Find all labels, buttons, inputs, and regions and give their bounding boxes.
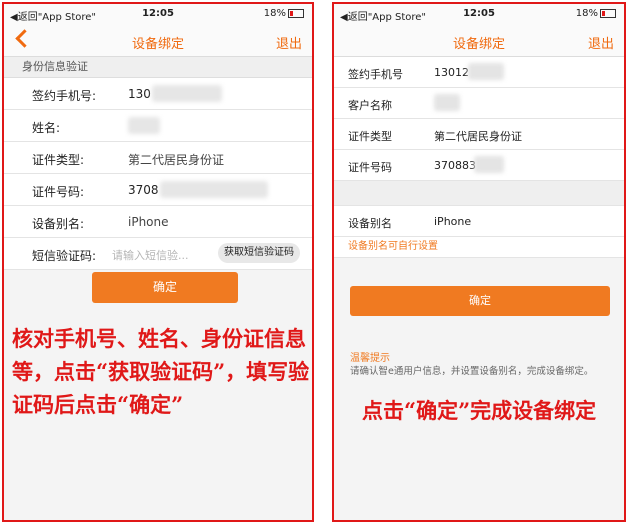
right-phone-screenshot: ◀返回"App Store" 12:05 18% 设备绑定 退出 签约手机号 1…: [332, 2, 626, 522]
id-type-row: 证件类型: 第二代居民身份证: [4, 142, 312, 174]
status-bar: ◀返回"App Store" 12:05 18%: [4, 4, 312, 24]
name-row: 姓名:: [4, 110, 312, 142]
tips-body: 请确认智e通用户信息，并设置设备别名，完成设备绑定。: [350, 366, 594, 377]
battery-percent: 18%: [575, 8, 598, 19]
redaction-blur: [128, 117, 160, 134]
device-alias-row: 设备别名 iPhone: [334, 206, 624, 237]
redaction-blur: [434, 94, 460, 111]
id-number-row: 证件号码: 3708: [4, 174, 312, 206]
device-alias-label: 设备别名: [348, 217, 392, 230]
device-alias-row: 设备别名: iPhone: [4, 206, 312, 238]
exit-button[interactable]: 退出: [276, 33, 302, 52]
confirm-button[interactable]: 确定: [350, 286, 610, 316]
annotation-caption: 核对手机号、姓名、身份证信息等，点击“获取验证码”，填写验证码后点击“确定”: [12, 326, 310, 417]
sms-code-row: 短信验证码: 请输入短信验... 获取短信验证码: [4, 238, 312, 270]
tips-title: 温馨提示: [350, 353, 390, 364]
battery-icon: [288, 8, 304, 18]
device-alias-label: 设备别名:: [32, 217, 85, 231]
name-label: 姓名:: [32, 121, 61, 135]
id-number-label: 证件号码:: [32, 185, 85, 199]
get-sms-code-button[interactable]: 获取短信验证码: [218, 243, 300, 263]
phone-row: 签约手机号: 130: [4, 78, 312, 110]
device-alias-hint: 设备别名可自行设置: [334, 237, 624, 258]
redaction-blur: [152, 85, 222, 102]
id-number-value: 370883: [434, 159, 476, 172]
redaction-blur: [468, 63, 504, 80]
sms-code-label: 短信验证码:: [32, 249, 97, 263]
battery-icon: [600, 8, 616, 18]
battery-indicator: 18%: [264, 8, 304, 19]
customer-name-row: 客户名称: [334, 88, 624, 119]
id-type-label: 证件类型:: [32, 153, 85, 167]
id-type-label: 证件类型: [348, 130, 392, 143]
phone-value: 130: [128, 87, 151, 101]
nav-bar: 设备绑定 退出: [4, 24, 312, 57]
confirm-button[interactable]: 确定: [92, 272, 238, 303]
phone-label: 签约手机号:: [32, 89, 97, 103]
status-bar: ◀返回"App Store" 12:05 18%: [334, 4, 624, 24]
left-phone-screenshot: ◀返回"App Store" 12:05 18% 设备绑定 退出 身份信息验证 …: [2, 2, 314, 522]
annotation-caption: 点击“确定”完成设备绑定: [362, 398, 597, 423]
phone-label: 签约手机号: [348, 68, 403, 81]
battery-indicator: 18%: [576, 8, 616, 19]
id-type-value: 第二代居民身份证: [434, 130, 522, 143]
id-type-row: 证件类型 第二代居民身份证: [334, 119, 624, 150]
phone-value: 13012: [434, 66, 469, 79]
redaction-blur: [160, 181, 268, 198]
page-title: 设备绑定: [452, 37, 505, 52]
sms-code-input[interactable]: 请输入短信验...: [112, 247, 189, 263]
id-number-value: 3708: [128, 183, 159, 197]
spacer: [334, 181, 624, 206]
customer-name-label: 客户名称: [348, 99, 392, 112]
nav-bar: 设备绑定 退出: [334, 24, 624, 57]
id-number-row: 证件号码 370883: [334, 150, 624, 181]
phone-row: 签约手机号 13012: [334, 57, 624, 88]
id-type-value: 第二代居民身份证: [128, 153, 225, 167]
battery-percent: 18%: [263, 8, 286, 19]
id-number-label: 证件号码: [348, 161, 392, 174]
redaction-blur: [474, 156, 504, 173]
section-header: 身份信息验证: [4, 57, 312, 78]
device-alias-value[interactable]: iPhone: [128, 215, 169, 229]
page-title: 设备绑定: [131, 37, 184, 52]
device-alias-input[interactable]: iPhone: [434, 215, 471, 228]
exit-button[interactable]: 退出: [588, 33, 614, 52]
